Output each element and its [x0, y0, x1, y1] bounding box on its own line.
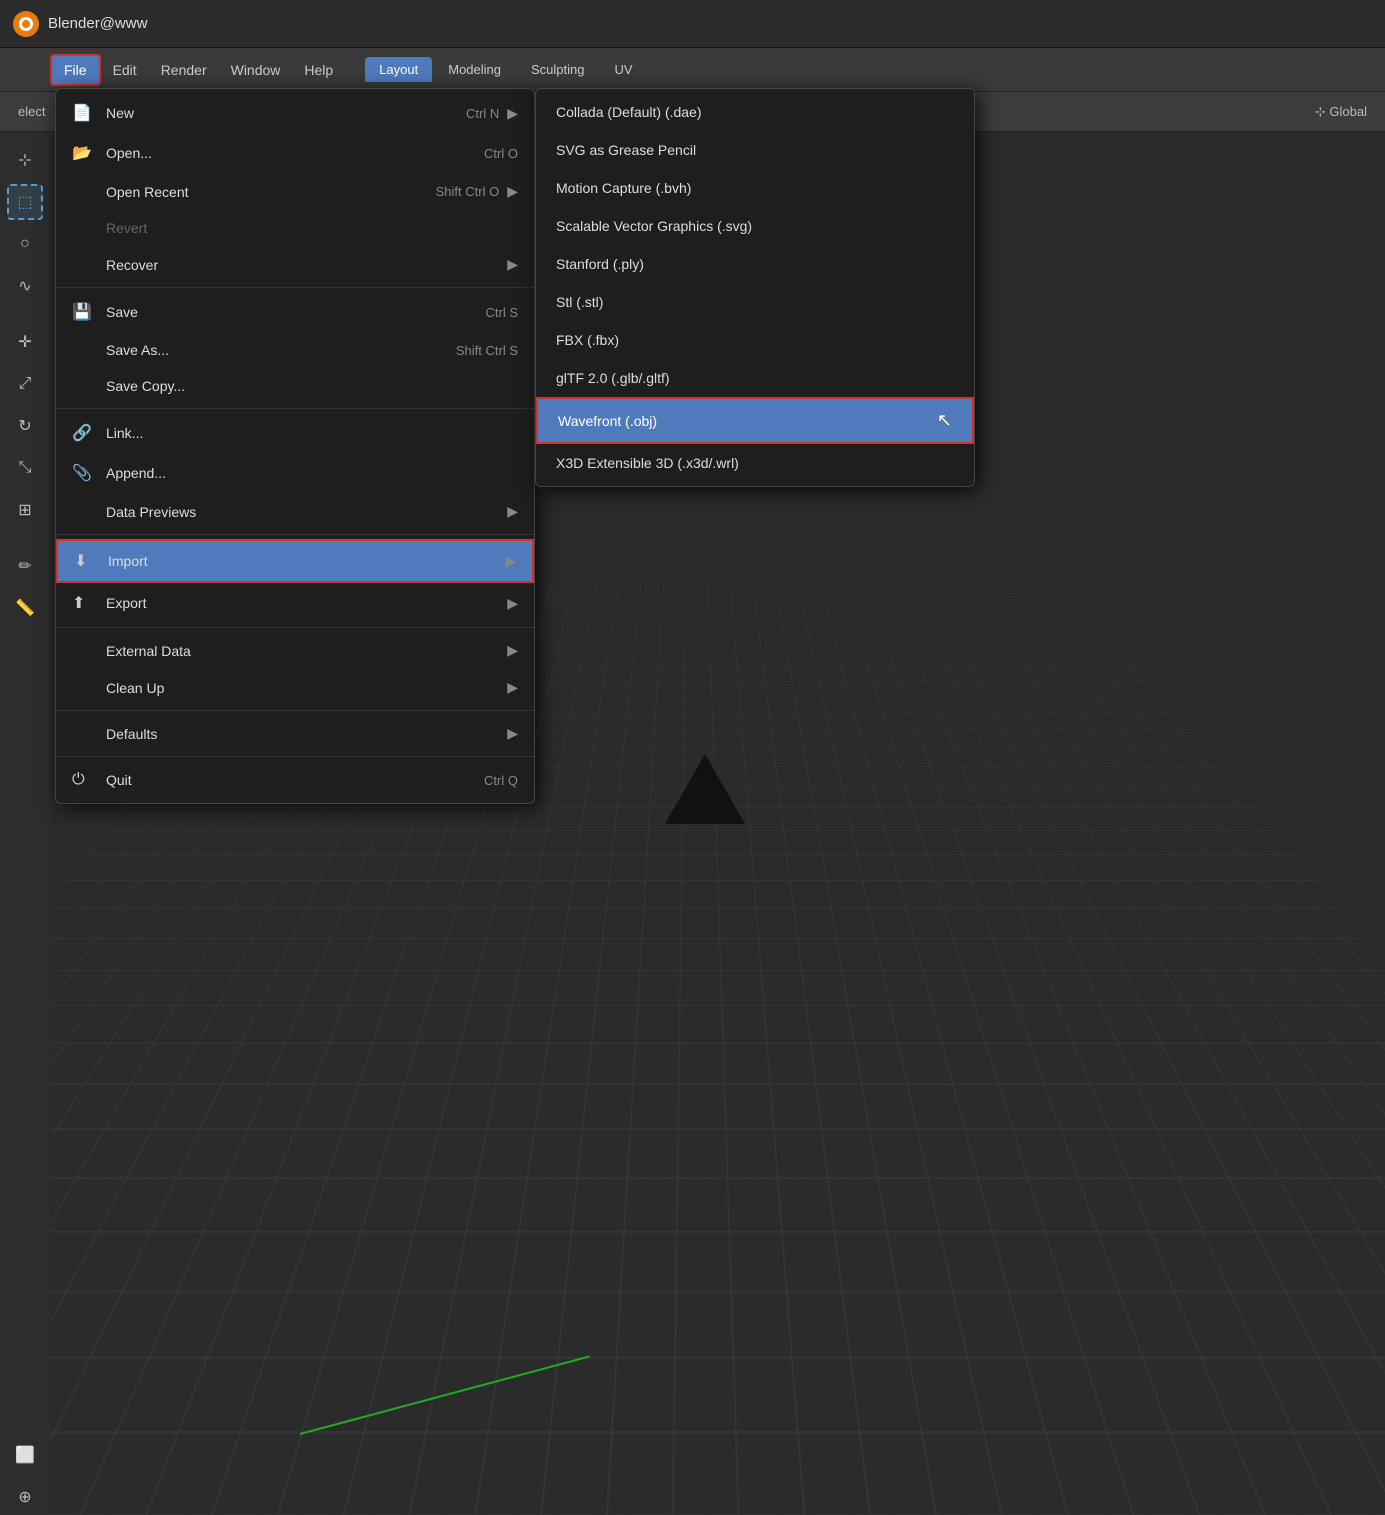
menu-item-new[interactable]: 📄 New Ctrl N ▶ [56, 93, 534, 133]
file-menu: 📄 New Ctrl N ▶ 📂 Open... Ctrl O Open Rec… [55, 88, 535, 804]
menu-file[interactable]: File [50, 54, 101, 86]
app-title: Blender@www [48, 15, 147, 32]
cursor-pointer-icon: ↖ [937, 410, 952, 431]
sidebar-icon-move2[interactable]: ⤢ [7, 366, 43, 402]
defaults-arrow-icon: ▶ [507, 725, 518, 742]
sidebar-icon-lasso[interactable]: ∿ [7, 268, 43, 304]
save-icon: 💾 [72, 302, 96, 322]
import-submenu: Collada (Default) (.dae) SVG as Grease P… [535, 88, 975, 487]
menubar: File Edit Render Window Help Layout Mode… [0, 48, 1385, 92]
menu-item-external-data[interactable]: External Data ▶ [56, 632, 534, 669]
import-x3d[interactable]: X3D Extensible 3D (.x3d/.wrl) [536, 444, 974, 482]
data-previews-arrow-icon: ▶ [507, 503, 518, 520]
mesh-object [665, 754, 745, 824]
import-fbx[interactable]: FBX (.fbx) [536, 321, 974, 359]
menu-help[interactable]: Help [292, 56, 345, 84]
import-svg-grease[interactable]: SVG as Grease Pencil [536, 131, 974, 169]
sidebar-icon-measure[interactable]: 📏 [7, 590, 43, 626]
export-arrow-icon: ▶ [507, 595, 518, 612]
tab-layout[interactable]: Layout [365, 57, 432, 82]
menu-edit[interactable]: Edit [101, 56, 149, 84]
import-gltf[interactable]: glTF 2.0 (.glb/.gltf) [536, 359, 974, 397]
append-icon: 📎 [72, 463, 96, 483]
import-stanford[interactable]: Stanford (.ply) [536, 245, 974, 283]
menu-item-data-previews[interactable]: Data Previews ▶ [56, 493, 534, 530]
menu-item-save-copy[interactable]: Save Copy... [56, 368, 534, 404]
import-stl[interactable]: Stl (.stl) [536, 283, 974, 321]
toolbar-global[interactable]: ⊹ Global [1307, 100, 1375, 124]
workspace-tabs: Layout Modeling Sculpting UV [365, 57, 646, 82]
export-icon: ⬆ [72, 593, 96, 613]
link-icon: 🔗 [72, 423, 96, 443]
divider-6 [56, 756, 534, 757]
menu-item-revert[interactable]: Revert [56, 210, 534, 246]
open-icon: 📂 [72, 143, 96, 163]
import-arrow-icon: ▶ [505, 553, 516, 570]
external-data-arrow-icon: ▶ [507, 642, 518, 659]
toolbar-select[interactable]: elect [10, 100, 53, 123]
sidebar-icon-transform[interactable]: ⊞ [7, 492, 43, 528]
menu-item-save-as[interactable]: Save As... Shift Ctrl S [56, 332, 534, 368]
tab-uv[interactable]: UV [601, 57, 647, 82]
menu-item-open[interactable]: 📂 Open... Ctrl O [56, 133, 534, 173]
clean-up-arrow-icon: ▶ [507, 679, 518, 696]
menu-render[interactable]: Render [149, 56, 219, 84]
divider-3 [56, 534, 534, 535]
divider-2 [56, 408, 534, 409]
sidebar-icon-annotate[interactable]: ✏ [7, 548, 43, 584]
menu-window[interactable]: Window [219, 56, 293, 84]
sidebar-icon-cursor[interactable]: ✛ [7, 324, 43, 360]
menu-item-import[interactable]: ⬇ Import ▶ [56, 539, 534, 583]
import-icon: ⬇ [74, 551, 98, 571]
divider-1 [56, 287, 534, 288]
menu-item-recover[interactable]: Recover ▶ [56, 246, 534, 283]
blender-logo-icon [12, 10, 40, 38]
import-wavefront[interactable]: Wavefront (.obj) ↖ [536, 397, 974, 444]
menu-item-clean-up[interactable]: Clean Up ▶ [56, 669, 534, 706]
left-sidebar: ⊹ ⬚ ○ ∿ ✛ ⤢ ↻ ⤡ ⊞ ✏ 📏 ⬜ ⊕ [0, 132, 50, 1515]
title-bar: Blender@www [0, 0, 1385, 48]
menu-item-open-recent[interactable]: Open Recent Shift Ctrl O ▶ [56, 173, 534, 210]
menu-item-quit[interactable]: ⏻ Quit Ctrl Q [56, 761, 534, 799]
new-file-icon: 📄 [72, 103, 96, 123]
quit-icon: ⏻ [72, 771, 96, 789]
sidebar-icon-circle-select[interactable]: ○ [7, 226, 43, 262]
menu-item-defaults[interactable]: Defaults ▶ [56, 715, 534, 752]
menu-item-export[interactable]: ⬆ Export ▶ [56, 583, 534, 623]
recover-arrow-icon: ▶ [507, 256, 518, 273]
open-recent-arrow-icon: ▶ [507, 183, 518, 200]
menu-item-link[interactable]: 🔗 Link... [56, 413, 534, 453]
tab-sculpting[interactable]: Sculpting [517, 57, 598, 82]
sidebar-icon-add-cube[interactable]: ⬜ [7, 1437, 43, 1473]
sidebar-icon-rotate[interactable]: ↻ [7, 408, 43, 444]
menu-item-save[interactable]: 💾 Save Ctrl S [56, 292, 534, 332]
new-arrow-icon: ▶ [507, 105, 518, 122]
import-collada[interactable]: Collada (Default) (.dae) [536, 93, 974, 131]
sidebar-icon-move[interactable]: ⊹ [7, 142, 43, 178]
menu-item-append[interactable]: 📎 Append... [56, 453, 534, 493]
sidebar-icon-select-box[interactable]: ⬚ [7, 184, 43, 220]
sidebar-icon-add-obj[interactable]: ⊕ [7, 1479, 43, 1515]
divider-5 [56, 710, 534, 711]
sidebar-icon-scale[interactable]: ⤡ [7, 450, 43, 486]
divider-4 [56, 627, 534, 628]
import-svg[interactable]: Scalable Vector Graphics (.svg) [536, 207, 974, 245]
import-motion-capture[interactable]: Motion Capture (.bvh) [536, 169, 974, 207]
tab-modeling[interactable]: Modeling [434, 57, 515, 82]
